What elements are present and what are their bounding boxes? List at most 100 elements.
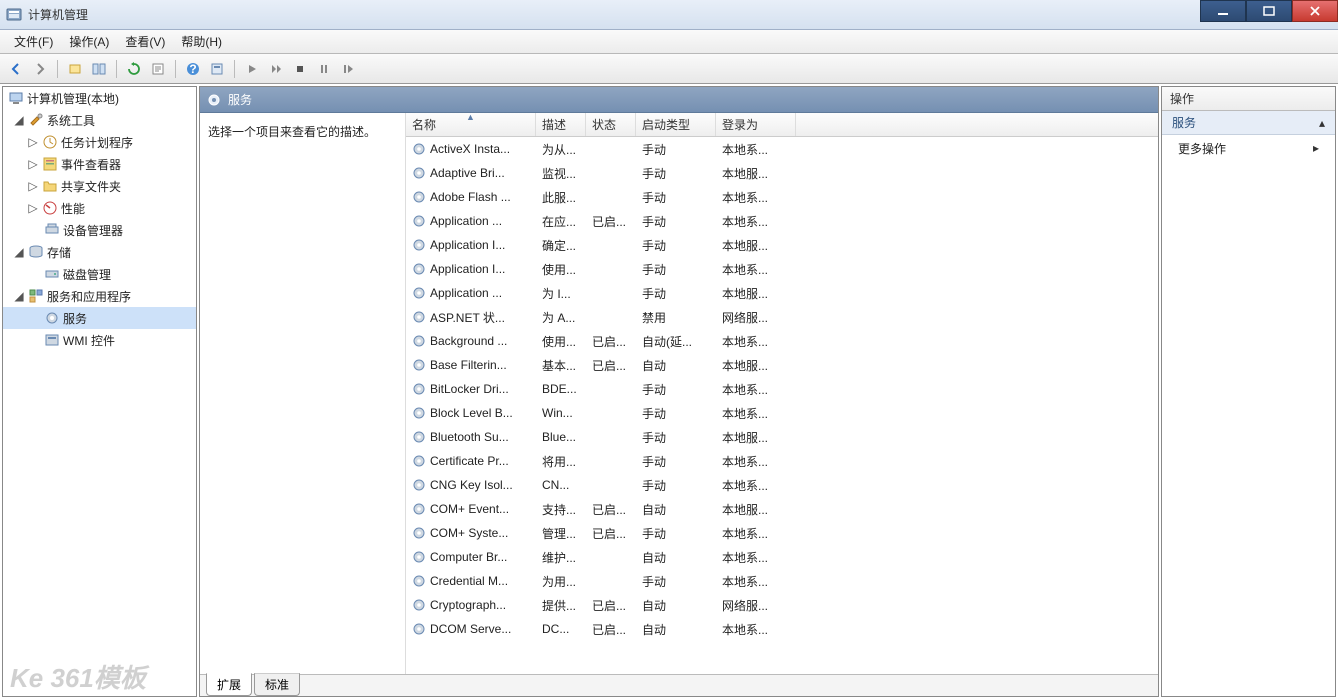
service-row[interactable]: Background ...使用...已启...自动(延...本地系...	[406, 329, 1158, 353]
service-row[interactable]: Application ...在应...已启...手动本地系...	[406, 209, 1158, 233]
tree-label: 计算机管理(本地)	[27, 90, 119, 107]
service-row[interactable]: COM+ Event...支持...已启...自动本地服...	[406, 497, 1158, 521]
separator	[175, 60, 176, 78]
service-row[interactable]: Credential M...为用...手动本地系...	[406, 569, 1158, 593]
service-startup-cell: 手动	[636, 453, 716, 470]
tab-standard[interactable]: 标准	[254, 673, 300, 696]
help-button[interactable]: ?	[183, 59, 203, 79]
service-desc-cell: 使用...	[536, 333, 586, 350]
back-button[interactable]	[6, 59, 26, 79]
menu-file[interactable]: 文件(F)	[6, 30, 61, 53]
refresh-button[interactable]	[124, 59, 144, 79]
service-row[interactable]: Cryptograph...提供...已启...自动网络服...	[406, 593, 1158, 617]
properties-button[interactable]	[207, 59, 227, 79]
expand-icon[interactable]: ▷	[27, 158, 39, 170]
stop-button[interactable]	[290, 59, 310, 79]
tree-wmi[interactable]: WMI 控件	[3, 329, 196, 351]
service-row[interactable]: Block Level B...Win...手动本地系...	[406, 401, 1158, 425]
tree-services-apps[interactable]: ◢ 服务和应用程序	[3, 285, 196, 307]
service-startup-cell: 手动	[636, 429, 716, 446]
services-apps-icon	[28, 288, 44, 304]
tab-extended[interactable]: 扩展	[206, 673, 252, 696]
tree-shared-folders[interactable]: ▷ 共享文件夹	[3, 175, 196, 197]
service-row[interactable]: Base Filterin...基本...已启...自动本地服...	[406, 353, 1158, 377]
expand-icon[interactable]: ▷	[27, 202, 39, 214]
tree-disk-management[interactable]: 磁盘管理	[3, 263, 196, 285]
service-row[interactable]: ActiveX Insta...为从...手动本地系...	[406, 137, 1158, 161]
tree-systools[interactable]: ◢ 系统工具	[3, 109, 196, 131]
restart-button[interactable]	[338, 59, 358, 79]
wmi-icon	[44, 332, 60, 348]
service-row[interactable]: Bluetooth Su...Blue...手动本地服...	[406, 425, 1158, 449]
col-desc[interactable]: 描述	[536, 113, 586, 136]
service-desc-cell: 管理...	[536, 525, 586, 542]
service-startup-cell: 手动	[636, 213, 716, 230]
col-status[interactable]: 状态	[586, 113, 636, 136]
tree-task-scheduler[interactable]: ▷ 任务计划程序	[3, 131, 196, 153]
service-row[interactable]: Certificate Pr...将用...手动本地系...	[406, 449, 1158, 473]
tree-root[interactable]: 计算机管理(本地)	[3, 87, 196, 109]
service-row[interactable]: Computer Br...维护...自动本地系...	[406, 545, 1158, 569]
app-icon	[6, 7, 22, 23]
bottom-tabs: 扩展 标准	[200, 674, 1158, 696]
window-buttons	[1200, 0, 1338, 22]
service-logon-cell: 本地系...	[716, 141, 796, 158]
tree-performance[interactable]: ▷ 性能	[3, 197, 196, 219]
menu-action[interactable]: 操作(A)	[61, 30, 117, 53]
start-all-button[interactable]	[266, 59, 286, 79]
disk-icon	[44, 266, 60, 282]
service-row[interactable]: COM+ Syste...管理...已启...手动本地系...	[406, 521, 1158, 545]
start-button[interactable]	[242, 59, 262, 79]
forward-button[interactable]	[30, 59, 50, 79]
actions-section-label: 服务	[1172, 114, 1196, 131]
service-row[interactable]: Application ...为 I...手动本地服...	[406, 281, 1158, 305]
collapse-icon[interactable]: ◢	[13, 114, 25, 126]
menu-help[interactable]: 帮助(H)	[173, 30, 230, 53]
tree-services[interactable]: 服务	[3, 307, 196, 329]
service-logon-cell: 本地服...	[716, 165, 796, 182]
service-status-cell: 已启...	[586, 597, 636, 614]
service-row[interactable]: BitLocker Dri...BDE...手动本地系...	[406, 377, 1158, 401]
service-desc-cell: 支持...	[536, 501, 586, 518]
service-row[interactable]: ASP.NET 状...为 A...禁用网络服...	[406, 305, 1158, 329]
nav-tree[interactable]: 计算机管理(本地) ◢ 系统工具 ▷ 任务计划程序 ▷ 事件查看器 ▷ 共享文件…	[2, 86, 197, 697]
tree-label: WMI 控件	[63, 332, 115, 349]
service-startup-cell: 手动	[636, 525, 716, 542]
col-logon[interactable]: 登录为	[716, 113, 796, 136]
tree-storage[interactable]: ◢ 存储	[3, 241, 196, 263]
service-desc-cell: 提供...	[536, 597, 586, 614]
service-logon-cell: 本地系...	[716, 213, 796, 230]
service-row[interactable]: CNG Key Isol...CN...手动本地系...	[406, 473, 1158, 497]
close-button[interactable]	[1292, 0, 1338, 22]
service-logon-cell: 本地系...	[716, 381, 796, 398]
service-row[interactable]: Adaptive Bri...监视...手动本地服...	[406, 161, 1158, 185]
actions-section[interactable]: 服务 ▴	[1162, 111, 1335, 135]
console-button[interactable]	[89, 59, 109, 79]
service-desc-cell: 为 I...	[536, 285, 586, 302]
service-row[interactable]: Application I...确定...手动本地服...	[406, 233, 1158, 257]
actions-more[interactable]: 更多操作 ▸	[1162, 135, 1335, 161]
expand-icon[interactable]: ▷	[27, 136, 39, 148]
service-startup-cell: 手动	[636, 477, 716, 494]
expand-icon[interactable]: ▷	[27, 180, 39, 192]
export-button[interactable]	[148, 59, 168, 79]
col-name[interactable]: ▲名称	[406, 113, 536, 136]
tree-device-manager[interactable]: 设备管理器	[3, 219, 196, 241]
minimize-button[interactable]	[1200, 0, 1246, 22]
service-row[interactable]: Application I...使用...手动本地系...	[406, 257, 1158, 281]
service-logon-cell: 本地系...	[716, 453, 796, 470]
collapse-up-icon[interactable]: ▴	[1319, 116, 1325, 130]
col-startup[interactable]: 启动类型	[636, 113, 716, 136]
up-button[interactable]	[65, 59, 85, 79]
tree-event-viewer[interactable]: ▷ 事件查看器	[3, 153, 196, 175]
service-status-cell: 已启...	[586, 525, 636, 542]
pause-button[interactable]	[314, 59, 334, 79]
collapse-icon[interactable]: ◢	[13, 246, 25, 258]
service-row[interactable]: DCOM Serve...DC...已启...自动本地系...	[406, 617, 1158, 641]
gear-icon	[412, 142, 426, 156]
menu-view[interactable]: 查看(V)	[117, 30, 173, 53]
service-row[interactable]: Adobe Flash ...此服...手动本地系...	[406, 185, 1158, 209]
services-rows[interactable]: ActiveX Insta...为从...手动本地系...Adaptive Br…	[406, 137, 1158, 674]
collapse-icon[interactable]: ◢	[13, 290, 25, 302]
maximize-button[interactable]	[1246, 0, 1292, 22]
